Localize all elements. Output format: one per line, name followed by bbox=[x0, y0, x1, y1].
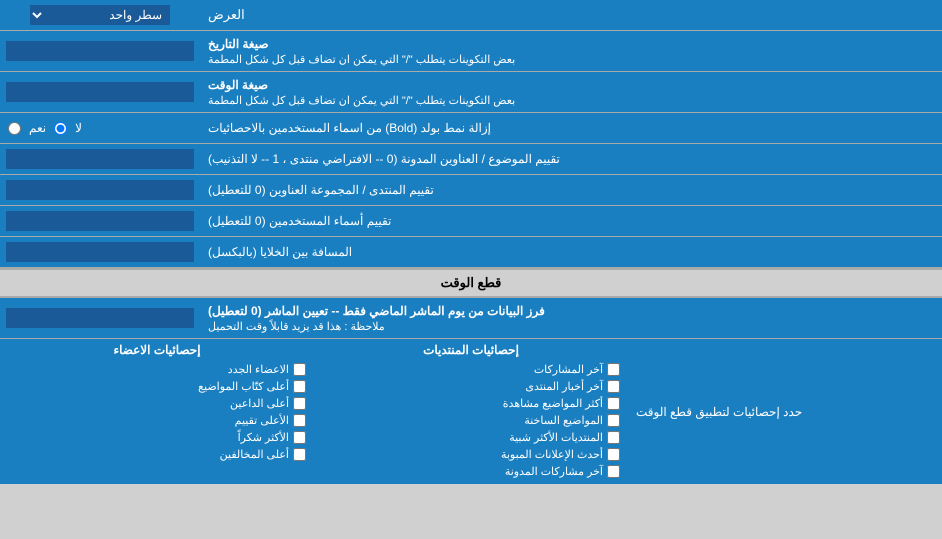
member-stats-col: إحصائيات الاعضاء الاعضاء الجدد أعلى كتّا… bbox=[0, 339, 314, 484]
member-stat-item-1: الاعضاء الجدد bbox=[8, 361, 306, 378]
cutoff-input-cell[interactable]: 0 bbox=[0, 298, 200, 338]
stat-item-7: آخر مشاركات المدونة bbox=[322, 463, 620, 480]
stat-item-6: أحدث الإعلانات المبوبة bbox=[322, 446, 620, 463]
topics-sort-input[interactable]: 33 bbox=[6, 149, 194, 169]
cell-spacing-input-cell[interactable]: 2 bbox=[0, 237, 200, 267]
remove-bold-radio-cell[interactable]: لا نعم bbox=[0, 113, 200, 143]
stats-limit-label: حدد إحصائيات لتطبيق قطع الوقت bbox=[628, 339, 942, 484]
member-stat-checkbox-1[interactable] bbox=[293, 363, 306, 376]
stat-checkbox-2[interactable] bbox=[607, 380, 620, 393]
forum-sort-label: تقييم المنتدى / المجموعة العناوين (0 للت… bbox=[200, 175, 942, 205]
radio-no[interactable] bbox=[54, 122, 67, 135]
stat-checkbox-6[interactable] bbox=[607, 448, 620, 461]
single-line-select-cell[interactable]: سطر واحد سطران ثلاثة أسطر bbox=[0, 0, 200, 30]
stat-checkbox-7[interactable] bbox=[607, 465, 620, 478]
member-stats-title: إحصائيات الاعضاء bbox=[8, 343, 306, 357]
member-stat-checkbox-2[interactable] bbox=[293, 380, 306, 393]
date-format-input[interactable]: d-m bbox=[6, 41, 194, 61]
time-format-label: صيغة الوقت بعض التكوينات يتطلب "/" التي … bbox=[200, 72, 942, 112]
member-stat-checkbox-3[interactable] bbox=[293, 397, 306, 410]
member-stat-item-6: أعلى المخالفين bbox=[8, 446, 306, 463]
users-sort-input[interactable]: 0 bbox=[6, 211, 194, 231]
cutoff-label: فرز البيانات من يوم الماشر الماضي فقط --… bbox=[200, 298, 942, 338]
date-format-label: صيغة التاريخ بعض التكوينات يتطلب "/" الت… bbox=[200, 31, 942, 71]
forum-stats-col: إحصائيات المنتديات آخر المشاركات آخر أخب… bbox=[314, 339, 628, 484]
stat-checkbox-1[interactable] bbox=[607, 363, 620, 376]
radio-yes-label: نعم bbox=[29, 121, 46, 135]
stat-item-2: آخر أخبار المنتدى bbox=[322, 378, 620, 395]
member-stat-checkbox-5[interactable] bbox=[293, 431, 306, 444]
cell-spacing-label: المسافة بين الخلايا (بالبكسل) bbox=[200, 237, 942, 267]
member-stat-item-2: أعلى كتّاب المواضيع bbox=[8, 378, 306, 395]
stat-checkbox-4[interactable] bbox=[607, 414, 620, 427]
stat-item-4: المواضيع الساخنة bbox=[322, 412, 620, 429]
member-stat-item-3: أعلى الداعين bbox=[8, 395, 306, 412]
single-line-dropdown[interactable]: سطر واحد سطران ثلاثة أسطر bbox=[30, 5, 170, 25]
users-sort-label: تقييم أسماء المستخدمين (0 للتعطيل) bbox=[200, 206, 942, 236]
forum-sort-input-cell[interactable]: 33 bbox=[0, 175, 200, 205]
stat-item-1: آخر المشاركات bbox=[322, 361, 620, 378]
forum-stats-title: إحصائيات المنتديات bbox=[322, 343, 620, 357]
topics-sort-label: تقييم الموضوع / العناوين المدونة (0 -- ا… bbox=[200, 144, 942, 174]
cutoff-section-header: قطع الوقت bbox=[0, 268, 942, 298]
stat-checkbox-5[interactable] bbox=[607, 431, 620, 444]
stat-checkbox-3[interactable] bbox=[607, 397, 620, 410]
stat-item-5: المنتديات الأكثر شبية bbox=[322, 429, 620, 446]
time-format-input[interactable]: H:i bbox=[6, 82, 194, 102]
time-format-input-cell[interactable]: H:i bbox=[0, 72, 200, 112]
date-format-input-cell[interactable]: d-m bbox=[0, 31, 200, 71]
member-stat-item-4: الأعلى تقييم bbox=[8, 412, 306, 429]
display-label: العرض bbox=[200, 0, 942, 30]
member-stat-item-5: الأكثر شكراً bbox=[8, 429, 306, 446]
radio-yes[interactable] bbox=[8, 122, 21, 135]
users-sort-input-cell[interactable]: 0 bbox=[0, 206, 200, 236]
topics-sort-input-cell[interactable]: 33 bbox=[0, 144, 200, 174]
forum-sort-input[interactable]: 33 bbox=[6, 180, 194, 200]
cutoff-input[interactable]: 0 bbox=[6, 308, 194, 328]
remove-bold-label: إزالة نمط بولد (Bold) من اسماء المستخدمي… bbox=[200, 113, 942, 143]
member-stat-checkbox-6[interactable] bbox=[293, 448, 306, 461]
member-stat-checkbox-4[interactable] bbox=[293, 414, 306, 427]
cell-spacing-input[interactable]: 2 bbox=[6, 242, 194, 262]
radio-no-label: لا bbox=[75, 121, 82, 135]
stat-item-3: أكثر المواضيع مشاهدة bbox=[322, 395, 620, 412]
